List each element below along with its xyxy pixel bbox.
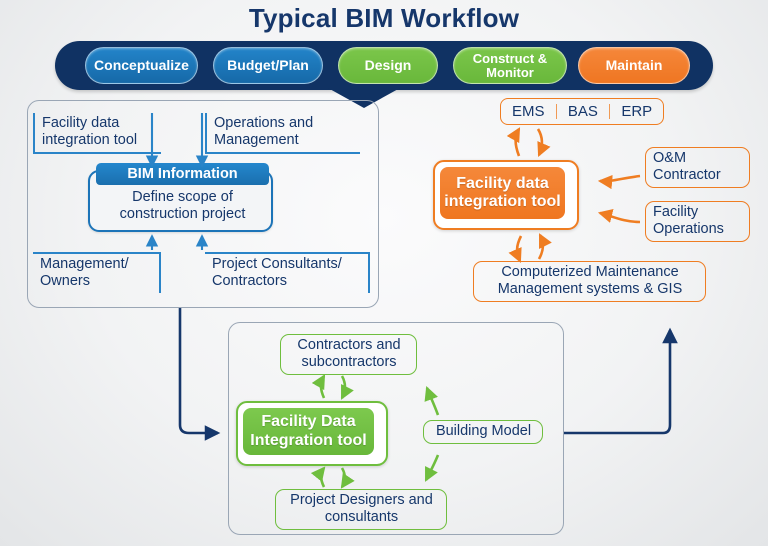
designers-line2: consultants	[324, 509, 399, 526]
fo-line1: Facility	[653, 204, 699, 220]
label-facility-data-integration-tool: Facility data integration tool	[33, 113, 161, 155]
card-facility-data-integration-tool-green: Facility Data Integration tool	[236, 401, 388, 466]
card-facility-data-integration-tool-orange: Facility data integration tool	[433, 160, 579, 230]
box-facility-operations: Facility Operations	[645, 201, 750, 243]
phase-pill-conceptualize[interactable]: Conceptualize	[85, 47, 198, 84]
card-orange-line1: Facility data	[456, 174, 549, 192]
phase-pill-maintain[interactable]: Maintain	[578, 47, 690, 84]
page-title: Typical BIM Workflow	[248, 3, 520, 33]
card-bim-information: BIM Information Define scope of construc…	[88, 163, 275, 232]
box-building-model: Building Model	[423, 420, 543, 445]
phase-label: Design	[364, 57, 412, 74]
system-bas[interactable]: BAS	[557, 103, 609, 120]
box-cmms-gis: Computerized Maintenance Management syst…	[473, 261, 706, 303]
phase-label: Maintain	[605, 57, 663, 74]
building-model-label: Building Model	[435, 423, 532, 439]
wire-orange-ems	[506, 127, 551, 157]
wire-green-to-cmms	[564, 327, 678, 435]
box-project-designers-consultants: Project Designers and consultants	[275, 489, 447, 531]
card-green-line1: Facility Data	[261, 413, 356, 431]
cmms-line1: Computerized Maintenance	[501, 264, 679, 280]
cmms-line2: Management systems & GIS	[497, 281, 683, 298]
phase-label: Conceptualize	[94, 57, 189, 74]
bim-workflow-diagram: Typical BIM Workflow Conceptualize Budge…	[0, 0, 768, 546]
phase-pill-construct-monitor[interactable]: Construct & Monitor	[453, 47, 567, 84]
card-bim-line2: construction project	[119, 206, 246, 223]
designers-line1: Project Designers and	[290, 492, 433, 508]
wire-sources-to-orange	[597, 174, 641, 224]
contractors-line1: Contractors and	[297, 337, 401, 353]
wire-left-to-green	[178, 308, 221, 441]
card-green-line2: Integration tool	[250, 431, 367, 449]
system-erp[interactable]: ERP	[610, 103, 663, 120]
phase-label: Budget/Plan	[227, 57, 309, 74]
phase-pill-design[interactable]: Design	[338, 47, 438, 84]
card-bim-information-body: Define scope of construction project	[90, 189, 275, 224]
label-management-owners: Management/ Owners	[33, 252, 161, 294]
label-operations-and-management: Operations and Management	[205, 113, 360, 155]
fo-line2: Operations	[653, 221, 724, 238]
phase-label: Construct & Monitor	[472, 51, 548, 80]
label-project-consultants-contractors: Project Consultants/ Contractors	[205, 252, 370, 294]
phase-pill-budget-plan[interactable]: Budget/Plan	[213, 47, 323, 84]
systems-strip: EMS BAS ERP	[500, 98, 665, 125]
card-orange-line2: integration tool	[444, 193, 561, 210]
wire-orange-cmms	[508, 233, 552, 263]
card-green-inner: Facility Data Integration tool	[243, 408, 374, 455]
om-line2: Contractor	[653, 167, 721, 184]
om-line1: O&M	[653, 150, 687, 166]
box-contractors-subcontractors: Contractors and subcontractors	[280, 334, 417, 376]
card-bim-line1: Define scope of	[132, 189, 233, 205]
box-om-contractor: O&M Contractor	[645, 147, 750, 189]
system-ems[interactable]: EMS	[501, 103, 556, 120]
contractors-line2: subcontractors	[301, 354, 397, 371]
card-orange-inner: Facility data integration tool	[440, 167, 565, 219]
card-bim-information-header: BIM Information	[96, 163, 269, 185]
